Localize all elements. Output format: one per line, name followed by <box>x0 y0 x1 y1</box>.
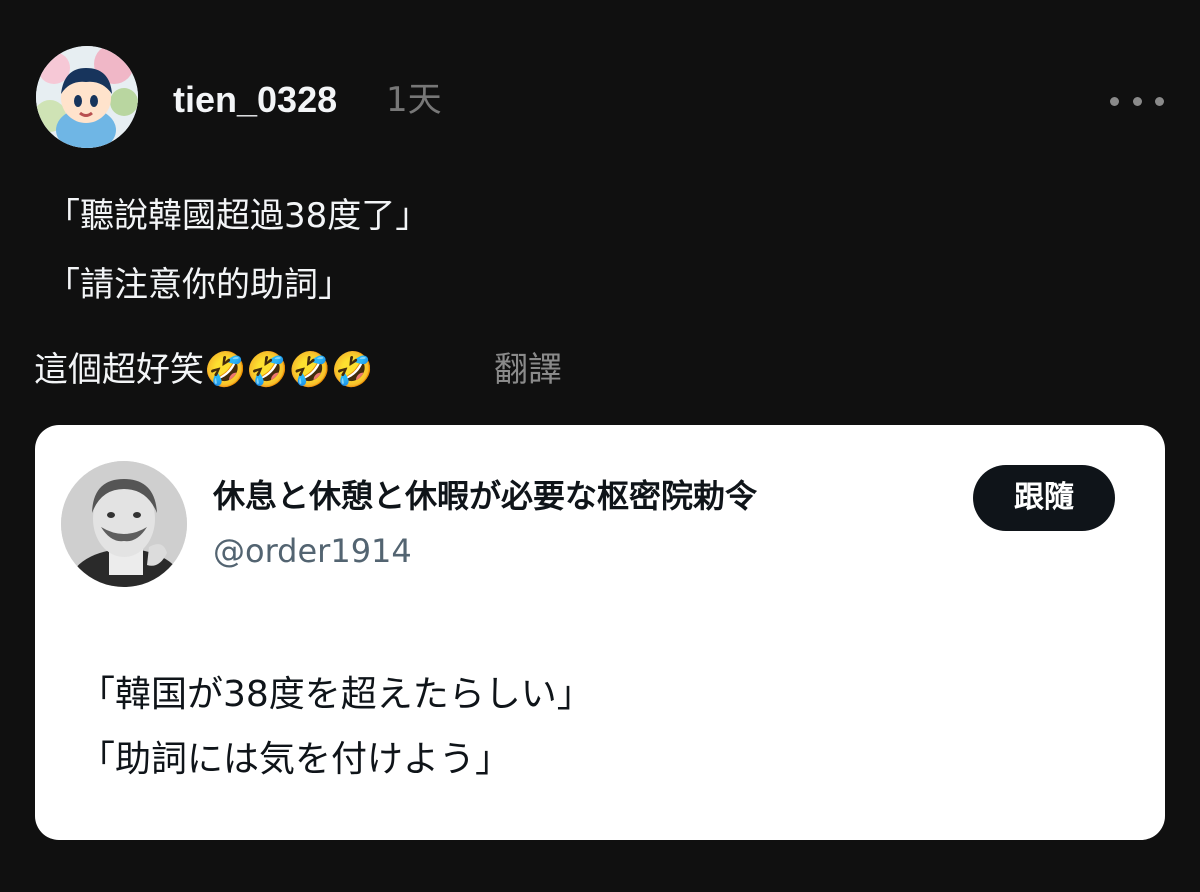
post-text-line: 「請注意你的助詞」 <box>46 265 352 305</box>
embedded-handle[interactable]: @order1914 <box>213 528 412 574</box>
post-text-line: 「聽說韓國超過38度了」 <box>46 196 430 236</box>
follow-button[interactable]: 跟隨 <box>973 465 1115 531</box>
translate-button[interactable]: 翻譯 <box>494 345 562 395</box>
user-avatar[interactable] <box>36 46 138 148</box>
avatar-image <box>36 46 138 148</box>
post-time: 1天 <box>386 80 442 120</box>
embedded-avatar-image <box>61 461 187 587</box>
more-horizontal-icon-dot <box>1132 96 1142 106</box>
embedded-user-avatar[interactable] <box>61 461 187 587</box>
post-username[interactable]: tien_0328 <box>173 76 337 124</box>
embedded-text-line: 「助詞には気を付けよう」 <box>79 739 512 780</box>
post-text-line: 這個超好笑🤣🤣🤣🤣 <box>34 350 374 390</box>
more-horizontal-icon-dot <box>1155 96 1164 106</box>
embedded-tweet-card[interactable]: 休息と休憩と休暇が必要な枢密院勅令 @order1914 跟隨 「韓国が38度を… <box>35 425 1165 840</box>
more-horizontal-icon-dot <box>1110 96 1119 106</box>
threads-post: tien_0328 1天 「聽說韓國超過38度了」 「請注意你的助詞」 這個超好… <box>0 0 1200 892</box>
embedded-text-line: 「韓国が38度を超えたらしい」 <box>79 674 593 715</box>
more-options-button[interactable] <box>1110 84 1164 118</box>
embedded-display-name[interactable]: 休息と休憩と休暇が必要な枢密院勅令 <box>213 471 757 521</box>
